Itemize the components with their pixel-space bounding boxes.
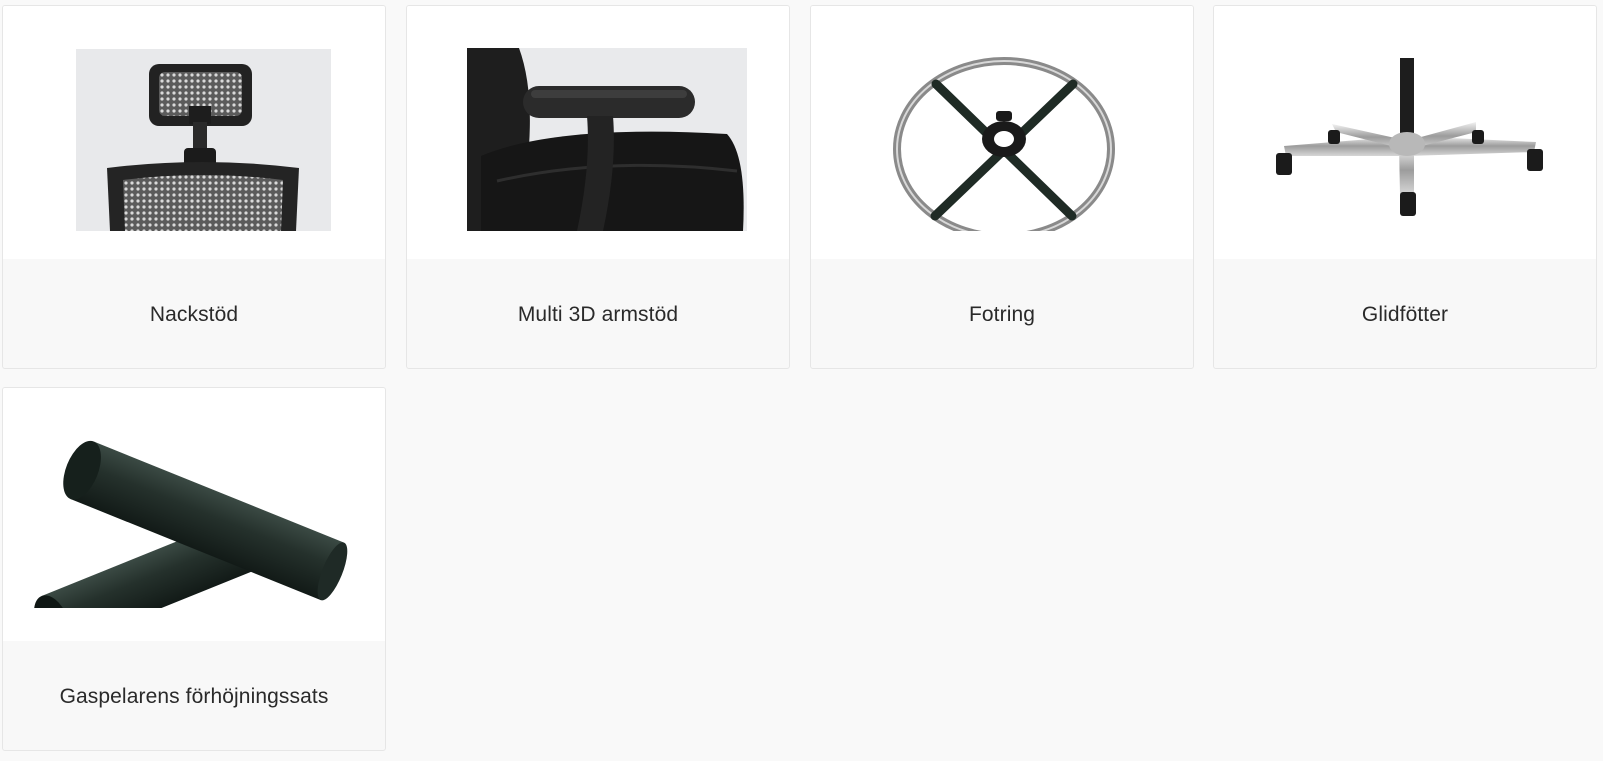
glides-image[interactable] [1214,6,1596,259]
product-card-glidfotter[interactable]: Glidfötter [1213,5,1597,369]
product-label[interactable]: Glidfötter [1214,259,1596,368]
glides-illustration [1244,46,1564,222]
product-card-nackstod[interactable]: Nackstöd [2,5,386,369]
product-label[interactable]: Fotring [811,259,1193,368]
gas-lift-extension-illustration [33,440,348,608]
armrest-image[interactable] [407,6,789,259]
product-card-fotring[interactable]: Fotring [810,5,1194,369]
gas-lift-extension-image[interactable] [3,388,385,641]
product-card-gaspelarens-forhojningssats[interactable]: Gaspelarens förhöjningssats [2,387,386,751]
headrest-illustration [76,49,331,231]
product-card-multi-3d-armstod[interactable]: Multi 3D armstöd [406,5,790,369]
foot-ring-illustration [893,57,1115,231]
product-label[interactable]: Nackstöd [3,259,385,368]
foot-ring-image[interactable] [811,6,1193,259]
product-label[interactable]: Gaspelarens förhöjningssats [3,641,385,750]
headrest-image[interactable] [3,6,385,259]
product-grid: Nackstöd Multi 3D armstöd Fotring Glidfö… [0,0,1603,761]
product-label[interactable]: Multi 3D armstöd [407,259,789,368]
armrest-illustration [467,48,747,231]
